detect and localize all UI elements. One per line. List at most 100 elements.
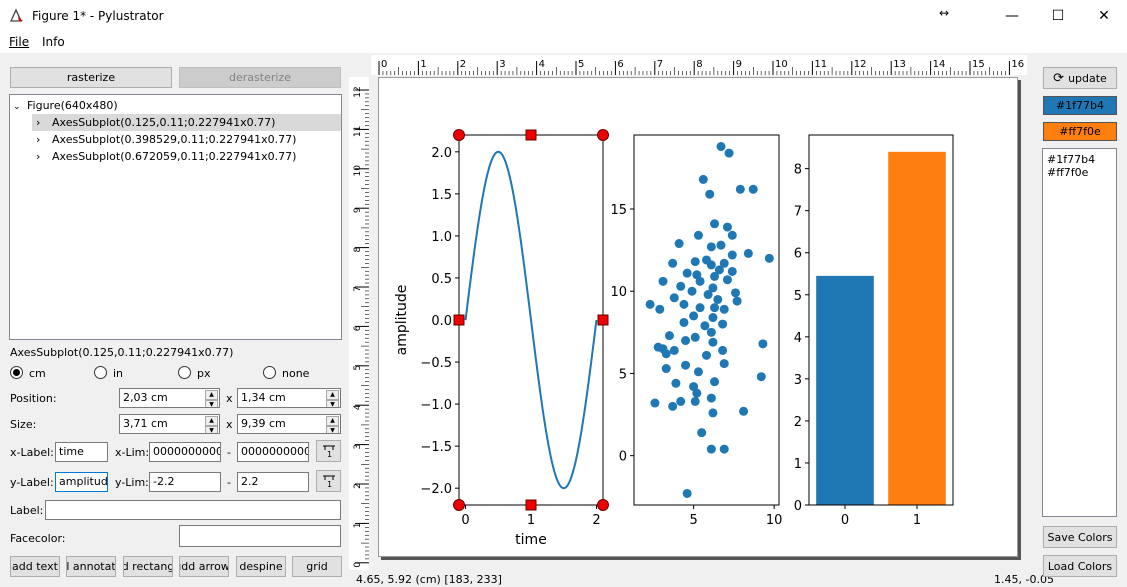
load-colors-button[interactable]: Load Colors [1043, 555, 1117, 577]
xlabel-label: x-Label: [10, 446, 54, 459]
scatter-point [716, 142, 726, 152]
add-text-button[interactable]: add text [10, 556, 60, 577]
chevron-down-icon[interactable]: ⌄ [13, 99, 27, 116]
menu-file[interactable]: File [9, 35, 29, 49]
size-h-input[interactable]: 9,39 cm ▲ ▼ [237, 414, 341, 434]
facecolor-label: Facecolor: [10, 532, 66, 545]
scatter-point [739, 406, 749, 416]
resize-handle-corner[interactable] [597, 129, 609, 141]
tree-item[interactable]: › AxesSubplot(0.672059,0.11;0.227941x0.77… [32, 148, 341, 165]
refresh-icon: ⟳ [1053, 70, 1065, 86]
resize-handle-edge[interactable] [525, 499, 537, 511]
canvas-area[interactable]: 0 1 2 3 4 5 6 7 8 9 10 11 12 13 14 15 16 12 11 10 9 8 7 6 5 4 3 2 1… [349, 55, 1035, 570]
color-swatch-orange[interactable]: #ff7f0e [1043, 122, 1117, 141]
unit-radio-in[interactable] [94, 366, 107, 379]
spinner-icon[interactable]: ▲ ▼ [205, 416, 218, 433]
scatter-point [676, 281, 686, 291]
scatter-point [700, 321, 710, 331]
position-x-input[interactable]: 2,03 cm ▲ ▼ [119, 388, 220, 408]
unit-radio-px[interactable] [178, 366, 191, 379]
save-colors-button[interactable]: Save Colors [1043, 526, 1117, 548]
color-swatch-blue[interactable]: #1f77b4 [1043, 96, 1117, 115]
ruler-label: 7 [657, 59, 663, 70]
close-button[interactable]: ✕ [1081, 0, 1127, 31]
color-list-textarea[interactable]: #1f77b4 #ff7f0e [1042, 148, 1117, 517]
position-y-input[interactable]: 1,34 cm ▲ ▼ [237, 388, 341, 408]
despine-button[interactable]: despine [236, 556, 286, 577]
resize-handle-corner[interactable] [453, 499, 465, 511]
resize-handle-corner[interactable] [597, 499, 609, 511]
scatter-point [710, 219, 720, 229]
tree-root[interactable]: ⌄ Figure(640x480) [13, 97, 338, 114]
ruler-label: 12 [353, 86, 363, 97]
x-tick-label: 0 [841, 513, 849, 528]
selected-axes-title: AxesSubplot(0.125,0.11;0.227941x0.77) [10, 346, 234, 359]
scatter-point [702, 350, 711, 360]
x-tick-label: 1 [527, 513, 535, 528]
grid-button[interactable]: grid [292, 556, 342, 577]
update-label: update [1068, 71, 1107, 85]
chevron-right-icon[interactable]: › [32, 131, 52, 148]
scatter-point [682, 268, 692, 278]
y-tick-label: 2.0 [431, 146, 452, 161]
ylim-scale-icon[interactable]: 1 [316, 470, 341, 492]
y-tick-label: 4 [794, 331, 802, 346]
resize-handle-edge[interactable] [453, 314, 465, 326]
label-input[interactable] [45, 500, 341, 520]
xlim-scale-icon[interactable]: 1 [316, 440, 341, 462]
chevron-right-icon[interactable]: › [32, 114, 52, 131]
add-annotation-button[interactable]: l annotat [66, 556, 116, 577]
add-arrow-button[interactable]: ıdd arrow [179, 556, 229, 577]
spinner-icon[interactable]: ▲ ▼ [326, 416, 339, 433]
resize-handle-edge[interactable] [597, 314, 609, 326]
ruler-label: 2 [353, 483, 363, 489]
xlim-dash: - [227, 446, 231, 459]
scatter-point [664, 331, 674, 341]
scatter-point [718, 319, 728, 329]
ruler-label: 0 [353, 562, 363, 568]
ruler-label: 6 [617, 59, 623, 70]
scatter-point [731, 288, 740, 298]
rasterize-button[interactable]: rasterize [10, 67, 172, 88]
derasterize-button[interactable]: derasterize [179, 67, 341, 88]
size-w-input[interactable]: 3,71 cm ▲ ▼ [119, 414, 220, 434]
ylim-max-input[interactable]: 2.2 [237, 472, 309, 492]
resize-cursor-icon: ↔ [939, 6, 950, 20]
xlim-max-input[interactable]: 00000000003 [237, 442, 309, 462]
scatter-point [679, 317, 689, 327]
add-rectangle-button[interactable]: d rectang [123, 556, 173, 577]
unit-radio-none[interactable] [263, 366, 276, 379]
xlim-min-input[interactable]: 00000000001 [149, 442, 221, 462]
ylabel-input[interactable]: amplitude [55, 472, 108, 492]
figure-tree[interactable]: ⌄ Figure(640x480) › AxesSubplot(0.125,0.11… [9, 94, 342, 340]
y-tick-label: 0.0 [431, 314, 452, 329]
unit-radio-cm[interactable] [10, 366, 23, 379]
unit-label-cm: cm [29, 367, 46, 380]
chevron-right-icon[interactable]: › [32, 148, 52, 165]
spinner-icon[interactable]: ▲ ▼ [205, 390, 218, 407]
ylim-min-input[interactable]: -2.2 [149, 472, 221, 492]
ruler-label: 6 [353, 325, 363, 331]
app-icon [9, 8, 23, 22]
figure-svg[interactable]: −2.0 −1.5 −1.0 −0.5 0.0 0.5 1.0 1.5 2.0 0 1 2 time am… [379, 78, 1019, 558]
resize-handle-edge[interactable] [525, 129, 537, 141]
scatter-point [658, 276, 668, 286]
ylim-label: y-Lim: [115, 476, 149, 489]
menu-info[interactable]: Info [42, 35, 65, 49]
update-button[interactable]: ⟳ update [1043, 67, 1117, 89]
tree-item[interactable]: › AxesSubplot(0.125,0.11;0.227941x0.77) [32, 114, 341, 131]
scatter-point [679, 299, 689, 309]
facecolor-button[interactable] [179, 525, 341, 547]
figure-canvas[interactable]: −2.0 −1.5 −1.0 −0.5 0.0 0.5 1.0 1.5 2.0 0 1 2 time am… [378, 77, 1018, 557]
status-left: 4.65, 5.92 (cm) [183, 233] [356, 573, 502, 586]
ruler-label: 15 [972, 59, 985, 70]
tree-item[interactable]: › AxesSubplot(0.398529,0.11;0.227941x0.77… [32, 131, 341, 148]
xlabel-input[interactable]: time [55, 442, 108, 462]
scatter-point [710, 271, 720, 281]
minimize-button[interactable]: — [989, 0, 1035, 31]
spinner-icon[interactable]: ▲ ▼ [326, 390, 339, 407]
resize-handle-corner[interactable] [453, 129, 465, 141]
maximize-button[interactable]: ☐ [1035, 0, 1081, 31]
ruler-label: 9 [736, 59, 742, 70]
y-tick-label: −2.0 [420, 482, 452, 497]
